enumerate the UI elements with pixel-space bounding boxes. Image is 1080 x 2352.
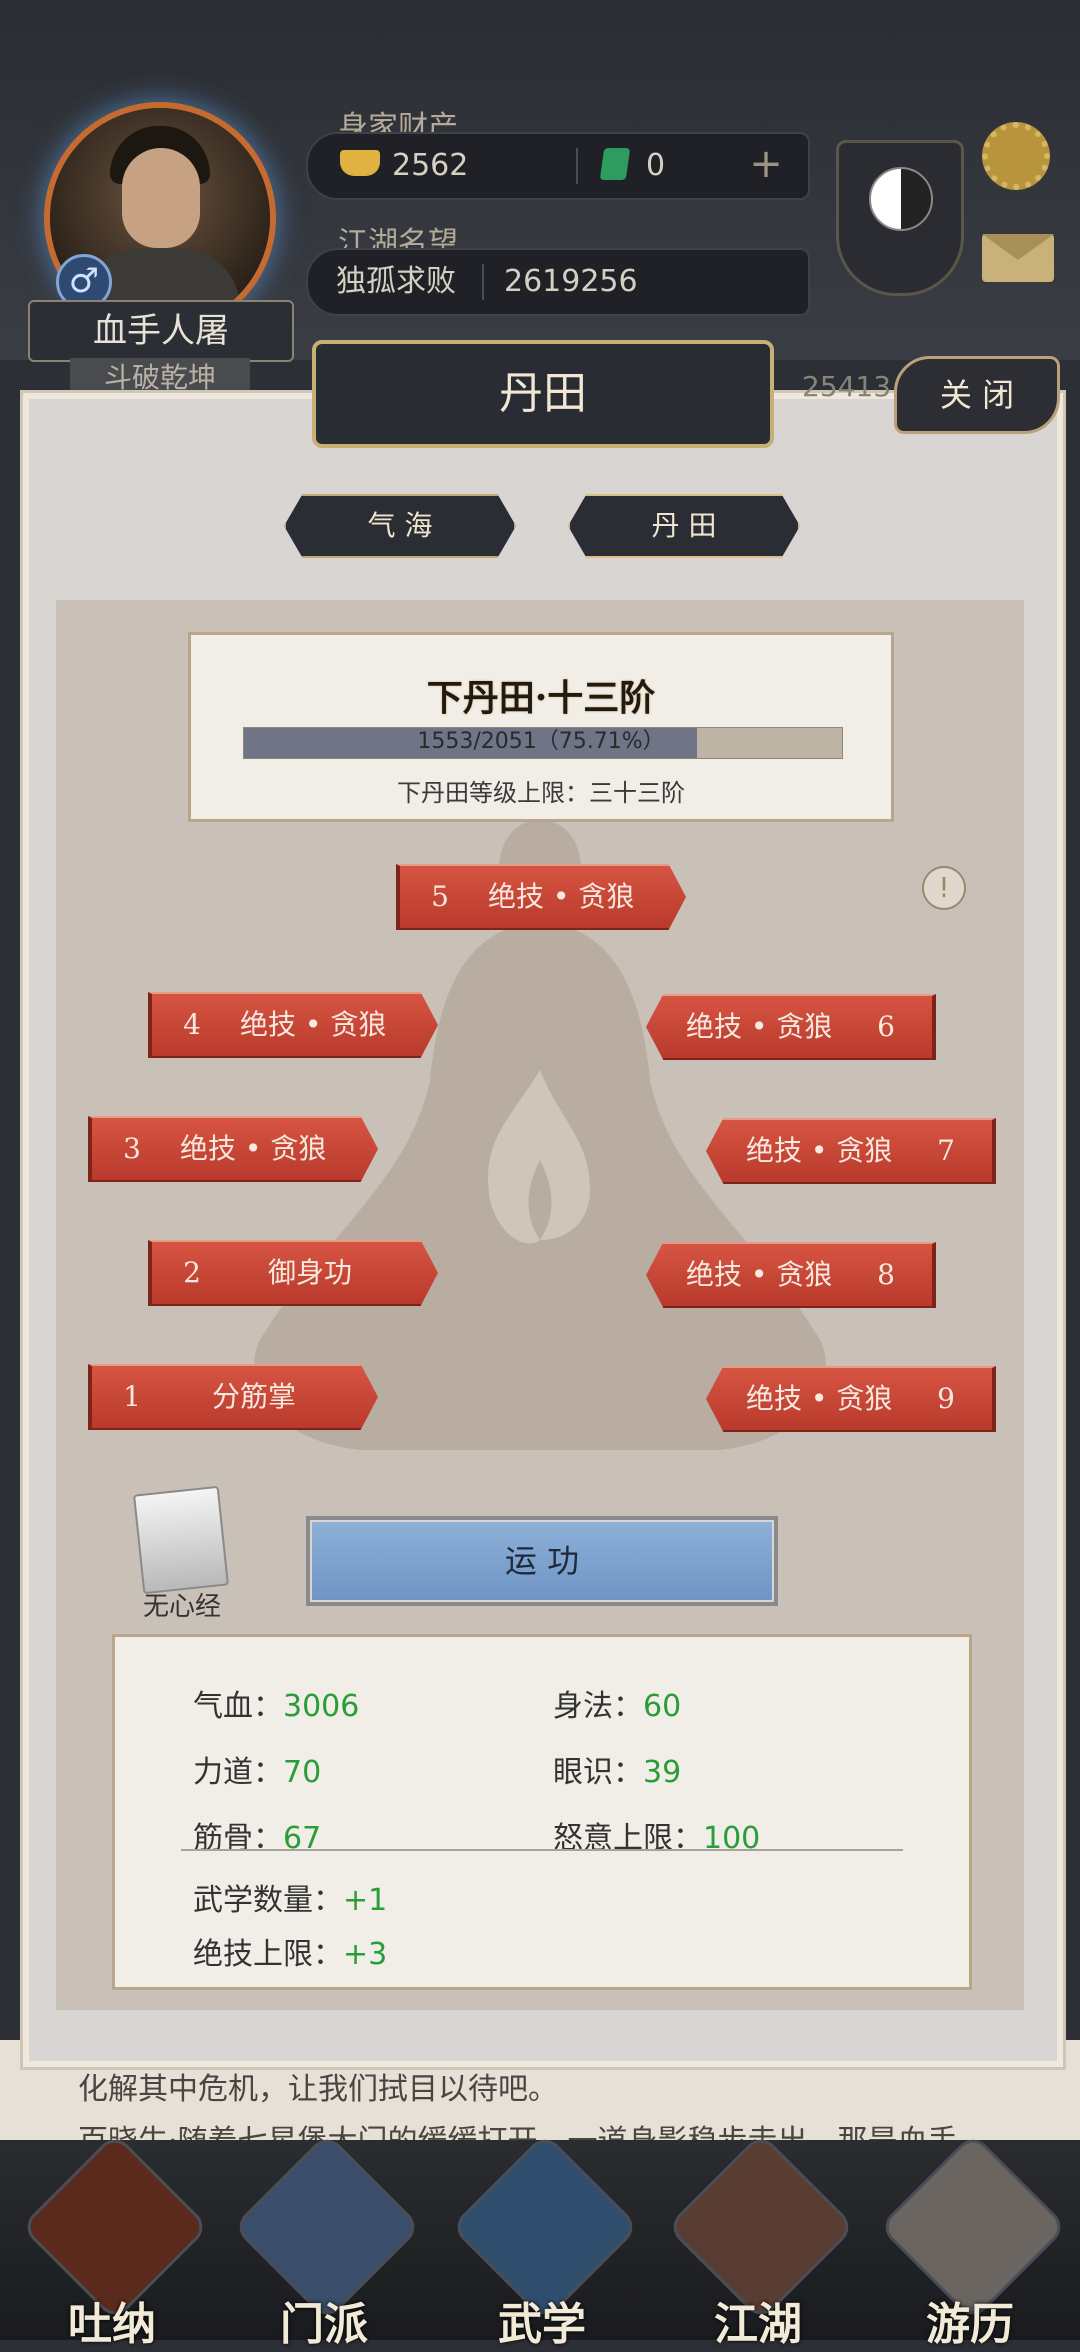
jade-icon — [599, 148, 631, 180]
nav-wuxue[interactable]: 武学 — [450, 2132, 640, 2350]
tab-dantian[interactable]: 丹 田 — [568, 494, 800, 558]
skill-slot-8[interactable]: 绝技 • 贪狼 8 — [646, 1242, 936, 1308]
reputation-value: 2619256 — [504, 264, 638, 299]
reputation-title: 独孤求败 — [336, 264, 456, 299]
nav-label: 门派 — [280, 2299, 368, 2350]
yinyang-emblem[interactable] — [836, 140, 964, 296]
wealth-divider — [576, 148, 578, 184]
stat-label: 绝技上限： — [193, 1937, 343, 1972]
gold-ingot-icon — [340, 150, 380, 176]
skill-slot-4[interactable]: 4 绝技 • 贪狼 — [148, 992, 438, 1058]
skill-slot-6[interactable]: 绝技 • 贪狼 6 — [646, 994, 936, 1060]
gold-amount: 2562 — [392, 148, 469, 183]
nav-jianghu[interactable]: 江湖 — [666, 2132, 856, 2350]
avatar-face — [122, 148, 200, 248]
slot-number: 9 — [937, 1382, 955, 1415]
yinyang-icon — [869, 167, 933, 231]
slot-number: 3 — [123, 1132, 141, 1165]
nav-label: 游历 — [926, 2299, 1014, 2350]
bonus-martial-count: 武学数量：+1 — [193, 1875, 387, 1919]
stat-value: 39 — [643, 1755, 682, 1790]
manual-name: 无心经 — [142, 1592, 221, 1622]
slot-number: 5 — [431, 880, 449, 913]
stat-value: 70 — [283, 1755, 322, 1790]
partial-value: 25413 — [802, 370, 892, 403]
gear-icon[interactable] — [982, 122, 1050, 190]
slot-label: 绝技 • 贪狼 — [240, 1008, 387, 1041]
nav-label: 吐纳 — [68, 2299, 156, 2350]
level-title: 下丹田·十三阶 — [426, 677, 656, 719]
wealth-bar — [306, 132, 810, 200]
add-currency-button[interactable]: + — [746, 144, 786, 186]
skill-slot-7[interactable]: 绝技 • 贪狼 7 — [706, 1118, 996, 1184]
stat-value: +1 — [343, 1883, 388, 1918]
stats-card: 气血：3006 身法：60 力道：70 眼识：39 筋骨：67 怒意上限：100… — [112, 1634, 972, 1990]
player-name: 血手人屠 — [28, 300, 294, 362]
stat-label: 眼识： — [553, 1755, 643, 1790]
stat-insight: 眼识：39 — [553, 1747, 681, 1791]
mail-icon[interactable] — [982, 234, 1054, 282]
bonus-skill-limit: 绝技上限：+3 — [193, 1929, 387, 1973]
slot-label: 御身功 — [268, 1256, 353, 1289]
nav-label: 江湖 — [714, 2299, 802, 2350]
reputation-divider — [482, 264, 484, 300]
stat-label: 身法： — [553, 1689, 643, 1724]
level-limit: 下丹田等级上限：三十三阶 — [397, 779, 685, 807]
skill-slot-9[interactable]: 绝技 • 贪狼 9 — [706, 1366, 996, 1432]
stat-label: 武学数量： — [193, 1883, 343, 1918]
slot-label: 绝技 • 贪狼 — [746, 1382, 893, 1415]
stat-value: +3 — [343, 1937, 388, 1972]
stats-divider — [181, 1849, 903, 1851]
nav-label: 武学 — [498, 2299, 586, 2350]
slot-label: 绝技 • 贪狼 — [488, 880, 635, 913]
slot-label: 绝技 • 贪狼 — [686, 1010, 833, 1043]
book-icon[interactable] — [133, 1485, 229, 1595]
nav-youli[interactable]: 游历 — [878, 2132, 1068, 2350]
progress-text: 1553/2051（75.71%） — [417, 729, 665, 754]
slot-number: 2 — [183, 1256, 201, 1289]
skill-slot-1[interactable]: 1 分筋掌 — [88, 1364, 378, 1430]
nav-menpai[interactable]: 门派 — [232, 2132, 422, 2350]
stat-label: 力道： — [193, 1755, 283, 1790]
slot-number: 1 — [123, 1380, 141, 1413]
slot-label: 绝技 • 贪狼 — [746, 1134, 893, 1167]
info-icon[interactable]: ! — [922, 866, 966, 910]
stat-hp: 气血：3006 — [193, 1681, 359, 1725]
slot-number: 7 — [937, 1134, 955, 1167]
skill-slot-3[interactable]: 3 绝技 • 贪狼 — [88, 1116, 378, 1182]
modal-title: 丹田 — [312, 340, 774, 448]
stat-agility: 身法：60 — [553, 1681, 681, 1725]
stat-value: 60 — [643, 1689, 682, 1724]
skill-slot-2[interactable]: 2 御身功 — [148, 1240, 438, 1306]
story-line: 化解其中危机，让我们拭目以待吧。 — [78, 2072, 558, 2107]
slot-label: 分筋掌 — [212, 1380, 297, 1413]
slot-label: 绝技 • 贪狼 — [686, 1258, 833, 1291]
slot-number: 4 — [183, 1008, 201, 1041]
circulate-qi-button[interactable]: 运 功 — [306, 1516, 778, 1606]
skill-slot-5[interactable]: 5 绝技 • 贪狼 — [396, 864, 686, 930]
slot-number: 8 — [877, 1258, 895, 1291]
stat-strength: 力道：70 — [193, 1747, 321, 1791]
close-button[interactable]: 关 闭 — [894, 356, 1060, 434]
stat-label: 气血： — [193, 1689, 283, 1724]
stat-value: 3006 — [283, 1689, 360, 1724]
slot-label: 绝技 • 贪狼 — [180, 1132, 327, 1165]
tab-qihai[interactable]: 气 海 — [284, 494, 516, 558]
level-card: 下丹田·十三阶 1553/2051（75.71%） 下丹田等级上限：三十三阶 — [188, 632, 894, 822]
slot-number: 6 — [877, 1010, 895, 1043]
nav-tuna[interactable]: 吐纳 — [20, 2132, 210, 2350]
jade-amount: 0 — [646, 148, 666, 183]
